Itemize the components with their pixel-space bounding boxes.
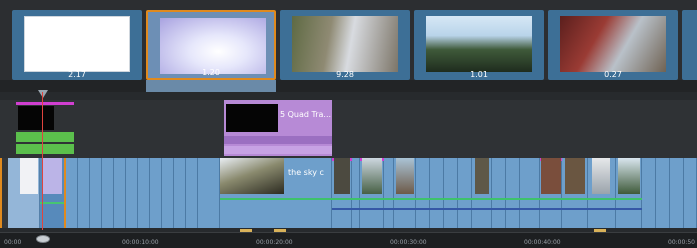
audio-line [220,198,332,200]
ruler-label: 00:00 [4,239,22,246]
video-clip[interactable] [458,158,472,228]
storyboard-strip: 2.17 1.20 9.28 1.01 0.27 [0,0,697,80]
marker-bar [16,102,74,105]
ruler-label: 00:00:30:00 [390,239,427,246]
title-clip-label: 5 Quad Tra... [280,110,332,119]
clip-thumb [618,158,640,194]
audio-line-secondary [332,208,642,210]
video-clip[interactable] [162,158,174,228]
storyboard-thumbnail[interactable]: 0.27 [548,10,678,80]
clip-thumb [396,158,414,194]
clip-thumb [592,158,610,194]
video-clip[interactable] [394,158,416,228]
video-clip[interactable] [562,158,588,228]
video-clip[interactable] [492,158,506,228]
ruler-label: 00:00:10:00 [122,239,159,246]
storyboard-thumbnail-selected[interactable]: 1.20 [146,10,276,80]
clip-thumb [475,158,489,194]
video-clip[interactable] [198,158,220,228]
video-clip[interactable] [444,158,458,228]
video-clip[interactable] [186,158,198,228]
thumbnail-duration: 1.20 [202,68,220,77]
video-clip[interactable] [66,158,78,228]
video-clip[interactable] [520,158,540,228]
scrubber-knob[interactable] [36,235,50,243]
storyboard-thumbnail[interactable]: 9.28 [280,10,410,80]
video-clip[interactable] [114,158,126,228]
video-track: the sky c [0,158,697,228]
video-clip[interactable] [102,158,114,228]
title-clip-thumb [18,106,54,130]
thumbnail-duration: 0.27 [604,70,622,79]
title-clip-small[interactable] [16,100,74,158]
clip-thumb [334,158,350,194]
video-clip[interactable] [78,158,90,228]
clip-thumb [541,158,561,194]
clip-thumb [362,158,382,194]
video-clip[interactable] [174,158,186,228]
video-clip[interactable] [616,158,642,228]
video-clip[interactable] [430,158,444,228]
video-clip[interactable] [352,158,360,228]
timeline-ruler[interactable]: 00:00 00:00:10:00 00:00:20:00 00:00:30:0… [0,232,697,248]
title-clip-band [16,144,74,154]
video-clip[interactable] [360,158,384,228]
selected-thumbnail-tab [146,80,276,92]
video-clip[interactable] [656,158,670,228]
video-clip[interactable] [150,158,162,228]
clip-thumb [220,158,284,194]
storyboard-thumbnail[interactable]: 2.17 [12,10,142,80]
title-clip-quad[interactable]: 5 Quad Tra... [224,100,332,156]
storyboard-thumbnail-partial[interactable] [682,10,697,80]
video-clip[interactable] [472,158,492,228]
title-track: 5 Quad Tra... [0,100,697,158]
title-clip-band [224,146,332,154]
thumbnail-duration: 2.17 [68,70,86,79]
ruler-label: 00:00:20:00 [256,239,293,246]
video-clip[interactable] [642,158,656,228]
thumbnail-image [24,16,130,72]
video-clip[interactable] [126,158,138,228]
playhead-line[interactable] [42,92,43,230]
video-clip[interactable] [138,158,150,228]
title-clip-band [224,136,332,144]
video-clip[interactable] [332,158,352,228]
ruler-label: 00:00:40:00 [524,239,561,246]
video-clip[interactable] [384,158,394,228]
video-clip[interactable] [90,158,102,228]
video-clip[interactable] [670,158,684,228]
thumbnail-image [560,16,666,72]
title-clip-thumb [226,104,278,132]
thumbnail-duration: 9.28 [336,70,354,79]
ruler-label: 00:00:50 [668,239,695,246]
thumbnail-image [160,18,266,74]
title-clip-band [16,132,74,142]
thumbnail-image [426,16,532,72]
playhead-handle-icon[interactable] [38,90,48,98]
thumbnail-image [292,16,398,72]
video-clip[interactable] [416,158,430,228]
video-clip-the-sky[interactable]: the sky c [220,158,332,228]
thumbnail-duration: 1.01 [470,70,488,79]
audio-line [332,198,642,200]
video-clip[interactable] [540,158,562,228]
clip-thumb [565,158,585,194]
storyboard-thumbnail[interactable]: 1.01 [414,10,544,80]
clip-label: the sky c [288,168,324,177]
video-clip[interactable] [684,158,697,228]
selection-range[interactable] [0,158,66,228]
video-clip[interactable] [588,158,616,228]
video-clip[interactable] [506,158,520,228]
